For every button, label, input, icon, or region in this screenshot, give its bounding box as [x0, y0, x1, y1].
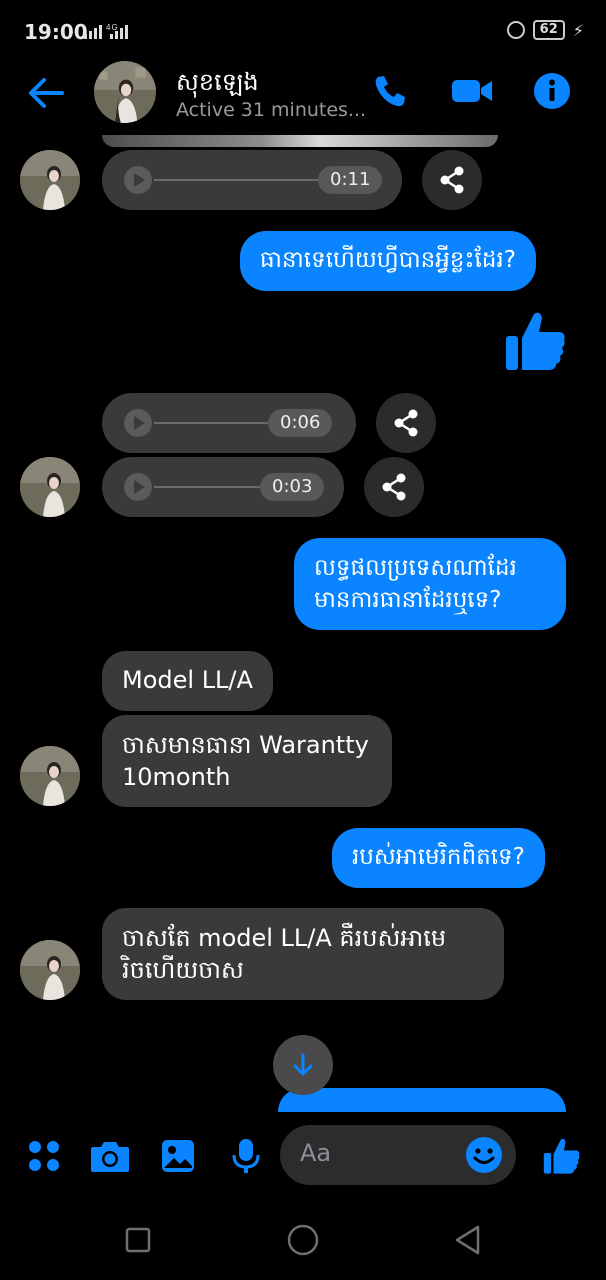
contact-name: សុខឡេង — [176, 68, 259, 96]
emoji-button[interactable] — [464, 1135, 504, 1179]
message-input-placeholder: Aa — [300, 1139, 332, 1167]
message-line: ចាសតែ model LL/A គឺរបស់អាមេ — [122, 924, 447, 952]
play-icon[interactable] — [124, 166, 152, 194]
scroll-to-bottom-button[interactable] — [273, 1035, 333, 1095]
send-like-button[interactable] — [540, 1134, 584, 1178]
message-input[interactable]: Aa — [280, 1125, 516, 1185]
share-icon — [382, 473, 406, 501]
smiley-icon — [466, 1137, 502, 1173]
voice-call-button[interactable] — [368, 69, 412, 113]
voice-message[interactable]: 0:06 — [102, 393, 356, 453]
active-status: Active 31 minutes... — [176, 99, 367, 121]
charging-icon: ⚡ — [572, 20, 584, 40]
recents-button[interactable] — [120, 1222, 156, 1258]
share-icon — [394, 409, 418, 437]
message-composer: Aa — [0, 1112, 606, 1200]
outgoing-message[interactable]: ធានាទេហើយហ្វីបានអ្វីខ្លះដែរ? — [240, 231, 536, 291]
contact-avatar[interactable] — [20, 940, 80, 1000]
back-nav-button[interactable] — [450, 1222, 486, 1258]
voice-record-button[interactable] — [224, 1134, 268, 1178]
outgoing-message[interactable]: លទ្ធផលប្រទេសណាដែរ មានការធានាដែរឬទេ? — [294, 538, 566, 630]
voice-duration: 0:06 — [268, 409, 333, 437]
camera-icon — [91, 1142, 129, 1172]
incoming-message[interactable]: Model LL/A — [102, 651, 273, 711]
voice-message[interactable]: 0:03 — [102, 457, 344, 517]
contact-avatar[interactable] — [20, 150, 80, 210]
contact-avatar[interactable] — [20, 746, 80, 806]
like-icon — [506, 312, 565, 370]
microphone-icon — [232, 1139, 260, 1173]
outgoing-message-clipped[interactable] — [278, 1088, 566, 1112]
thumbs-up-sticker[interactable] — [504, 308, 568, 378]
message-line: 10month — [122, 763, 231, 791]
share-button[interactable] — [364, 457, 424, 517]
play-icon[interactable] — [124, 409, 152, 437]
play-icon[interactable] — [124, 473, 152, 501]
video-camera-icon — [452, 80, 492, 102]
outgoing-message[interactable]: របស់អាមេរិកពិតទេ? — [332, 828, 545, 888]
share-button[interactable] — [422, 150, 482, 210]
message-line: លទ្ធផលប្រទេសណាដែរ — [314, 555, 517, 581]
share-icon — [440, 166, 464, 194]
signal-icon: 4G — [84, 22, 134, 43]
more-actions-button[interactable] — [22, 1134, 66, 1178]
arrow-down-icon — [293, 1053, 313, 1076]
four-dots-icon — [29, 1141, 59, 1171]
circle-icon — [287, 1224, 319, 1256]
message-line: រិចហើយចាស — [122, 956, 244, 984]
video-call-button[interactable] — [450, 69, 494, 113]
voice-duration: 0:11 — [318, 166, 383, 194]
triangle-back-icon — [455, 1225, 480, 1255]
incoming-message[interactable]: ចាសតែ model LL/A គឺរបស់អាមេ រិចហើយចាស — [102, 908, 504, 1000]
voice-duration: 0:03 — [260, 473, 325, 501]
info-icon — [534, 73, 570, 109]
contact-avatar[interactable] — [20, 457, 80, 517]
share-button[interactable] — [376, 393, 436, 453]
back-button[interactable] — [24, 71, 68, 115]
message-line: មានការធានាដែរឬទេ? — [314, 587, 502, 613]
conversation-header: សុខឡេង Active 31 minutes... — [0, 55, 606, 135]
like-icon — [543, 1138, 580, 1174]
system-navigation-bar — [0, 1200, 606, 1280]
status-bar: 19:00 4G 62 ⚡ — [0, 0, 606, 60]
status-time: 19:00 — [24, 20, 88, 44]
message-line: ចាសមានធានា Warantty — [122, 731, 369, 759]
square-icon — [125, 1227, 151, 1253]
battery-indicator: 62 — [532, 20, 565, 40]
camera-button[interactable] — [88, 1134, 132, 1178]
info-button[interactable] — [530, 69, 574, 113]
incoming-message[interactable]: ចាសមានធានា Warantty 10month — [102, 715, 392, 807]
voice-message[interactable]: 0:11 — [102, 150, 402, 210]
phone-icon — [375, 76, 405, 107]
arrow-left-icon — [29, 78, 64, 108]
home-button[interactable] — [285, 1222, 321, 1258]
rotation-lock-icon — [506, 21, 525, 39]
contact-avatar[interactable] — [94, 61, 156, 123]
image-message-clipped[interactable] — [102, 135, 498, 147]
network-type: 4G — [106, 23, 119, 32]
image-icon — [162, 1140, 194, 1172]
gallery-button[interactable] — [156, 1134, 200, 1178]
